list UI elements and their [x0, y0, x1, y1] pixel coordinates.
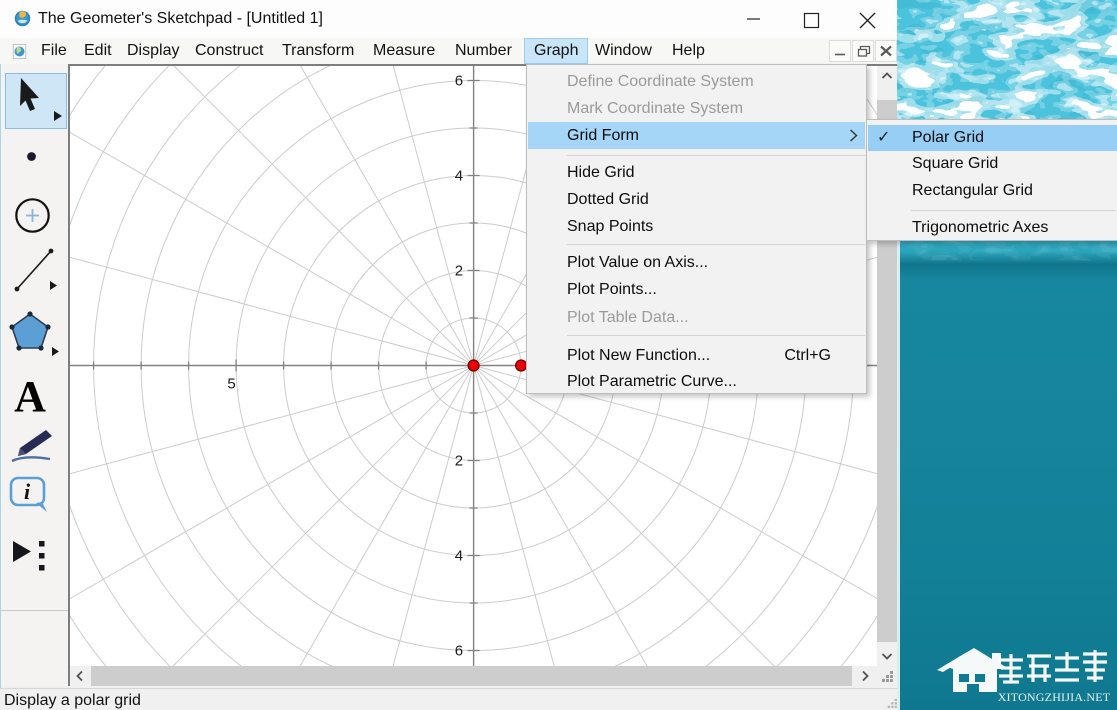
svg-text:5: 5: [227, 376, 235, 393]
svg-text:i: i: [24, 479, 31, 504]
svg-text:2: 2: [455, 453, 463, 470]
svg-text:4: 4: [455, 548, 463, 565]
svg-text:2: 2: [455, 263, 463, 280]
svg-text:4: 4: [455, 168, 463, 185]
svg-text:6: 6: [455, 643, 463, 660]
svg-text:XITONGZHIJIA.NET: XITONGZHIJIA.NET: [998, 690, 1111, 704]
svg-text:6: 6: [455, 73, 463, 90]
